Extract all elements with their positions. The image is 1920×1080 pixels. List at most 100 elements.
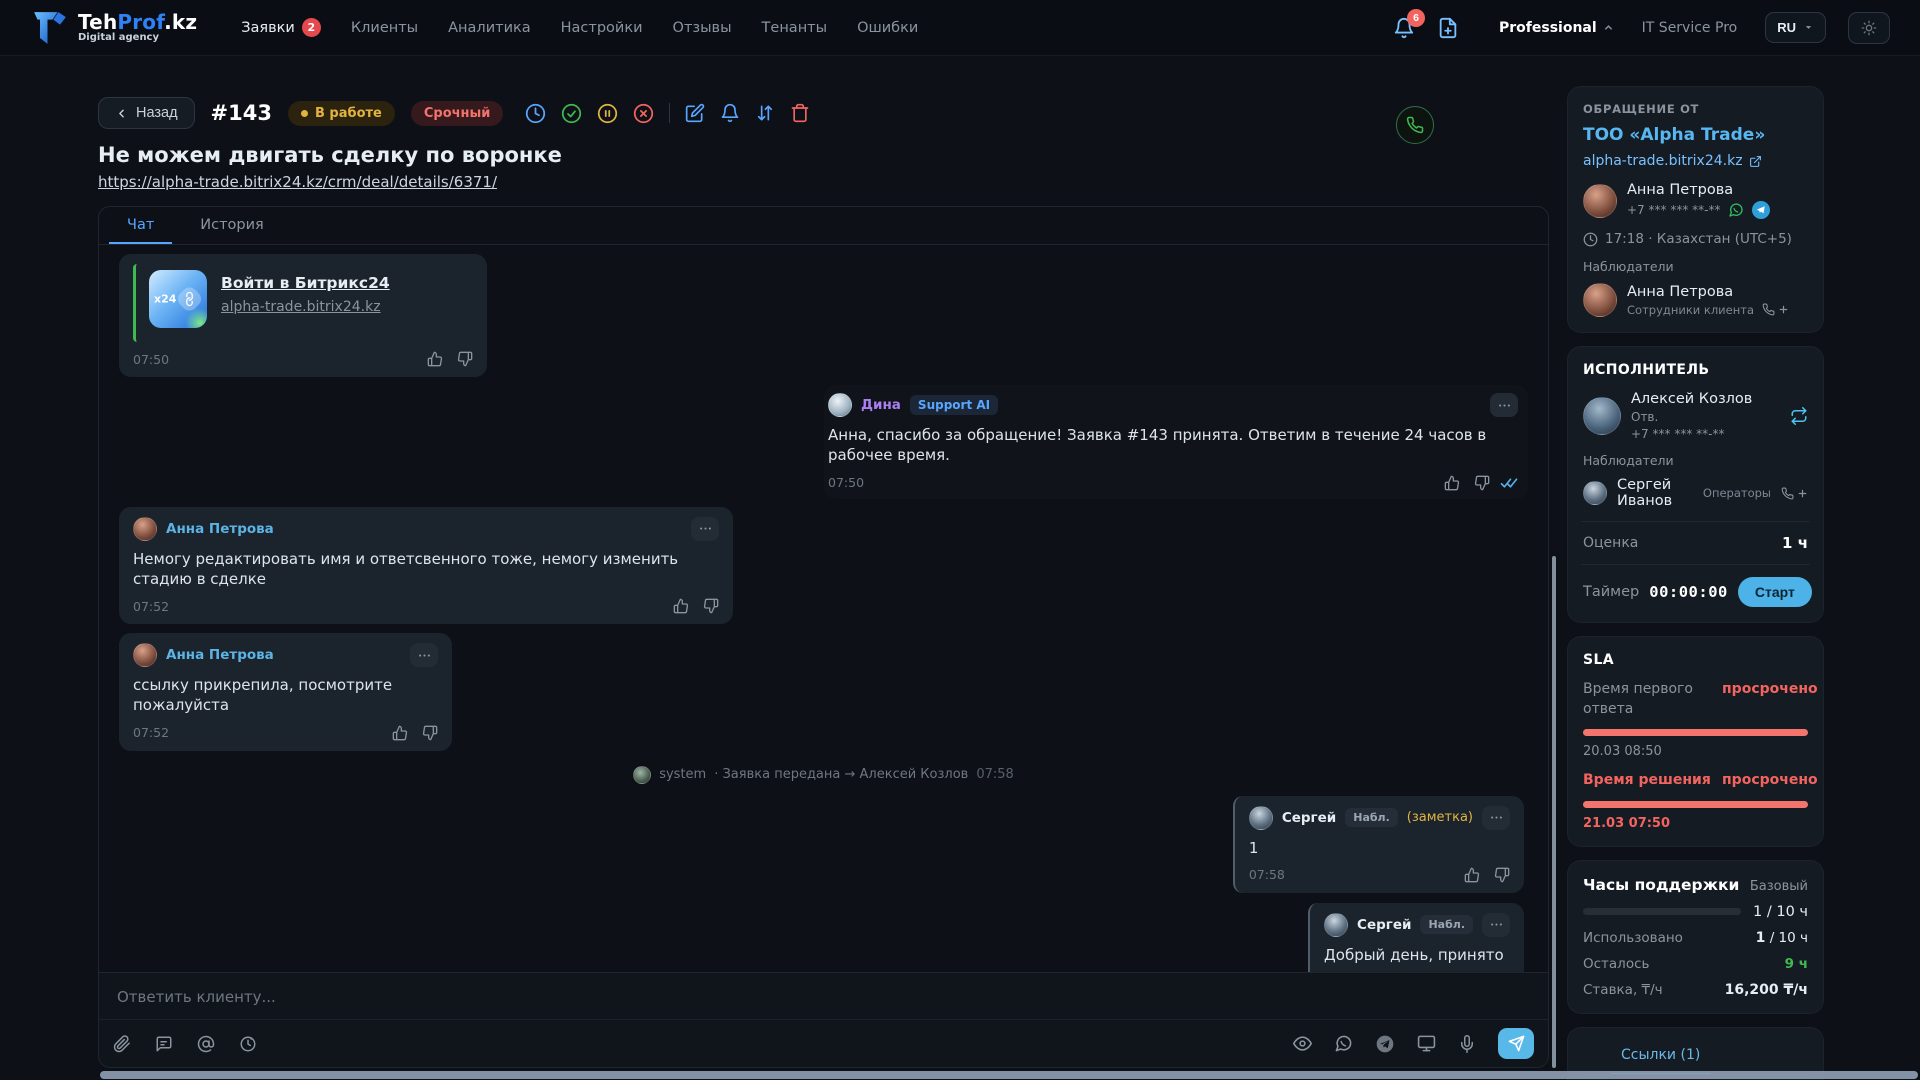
preview-button[interactable] <box>1293 1034 1312 1053</box>
logo[interactable]: TehProf.kz Digital agency <box>30 8 197 48</box>
sla-resolution-deadline: 21.03 07:50 <box>1583 816 1808 831</box>
requester-card: ОБРАЩЕНИЕ ОТ ТОО «Alpha Trade» alpha-tra… <box>1567 86 1824 333</box>
nav-item-errors[interactable]: Ошибки <box>857 20 918 36</box>
thumbs-up-icon[interactable] <box>673 598 689 614</box>
telegram-button[interactable] <box>1375 1034 1395 1054</box>
thumbs-down-icon[interactable] <box>457 351 473 367</box>
client-local-time: 17:18 · Казахстан (UTC+5) <box>1605 231 1792 247</box>
watcher-name: Анна Петрова <box>1627 284 1789 300</box>
thumbs-down-icon[interactable] <box>703 598 719 614</box>
history-button[interactable] <box>239 1035 257 1053</box>
add-watcher-button[interactable] <box>1762 303 1789 316</box>
estimate-value: 1 ч <box>1782 534 1808 552</box>
link-preview-card[interactable]: х24 Войти в Битрикс24 alpha-trade.bitrix… <box>133 264 473 342</box>
system-event: system · Заявка передана → Алексей Козло… <box>633 766 1014 784</box>
avatar <box>633 766 651 784</box>
back-button[interactable]: Назад <box>98 97 195 129</box>
add-watcher-button[interactable] <box>1781 487 1808 500</box>
support-hours-card: Часы поддержки Базовый 1 / 10 ч Использо… <box>1567 860 1824 1014</box>
nav-item-settings[interactable]: Настройки <box>561 20 643 36</box>
company-name[interactable]: ТОО «Alpha Trade» <box>1583 125 1808 145</box>
timer-value: 00:00:00 <box>1649 583 1728 601</box>
message-time: 07:58 <box>1249 867 1285 882</box>
delete-button[interactable] <box>790 103 810 123</box>
reply-input[interactable] <box>99 973 1548 1019</box>
sun-icon <box>1861 20 1877 36</box>
reassign-button[interactable] <box>1790 407 1808 425</box>
nav-item-reviews[interactable]: Отзывы <box>673 20 732 36</box>
status-dot <box>301 110 308 117</box>
language-selector[interactable]: RU <box>1765 12 1826 43</box>
theme-toggle-button[interactable] <box>1848 12 1890 44</box>
company-domain-link[interactable]: alpha-trade.bitrix24.kz <box>1583 153 1762 169</box>
thumbs-up-icon[interactable] <box>1464 867 1480 883</box>
start-timer-button[interactable]: Старт <box>1738 577 1812 607</box>
mention-button[interactable] <box>197 1035 215 1053</box>
send-button[interactable] <box>1498 1028 1534 1059</box>
sla-first-response-deadline: 20.03 08:50 <box>1583 744 1808 759</box>
thumbs-up-icon[interactable] <box>392 725 408 741</box>
assignee-phone: +7 *** *** **-** <box>1631 427 1752 441</box>
ticket-url-link[interactable]: https://alpha-trade.bitrix24.kz/crm/deal… <box>98 173 497 191</box>
message-square-icon <box>155 1035 173 1053</box>
cancel-button[interactable] <box>633 103 654 124</box>
check-circle-icon <box>561 103 582 124</box>
screen-button[interactable] <box>1417 1034 1436 1053</box>
assignee-name: Алексей Козлов <box>1631 391 1752 407</box>
edit-button[interactable] <box>685 103 705 123</box>
message-menu-button[interactable] <box>1490 393 1518 417</box>
message-time: 07:52 <box>133 599 169 614</box>
chevron-up-icon <box>1603 22 1614 33</box>
bell-icon <box>720 103 740 123</box>
message-menu-button[interactable] <box>1482 913 1510 937</box>
subscribe-button[interactable] <box>720 103 740 123</box>
message-time: 07:50 <box>828 475 864 490</box>
whatsapp-button[interactable] <box>1334 1034 1353 1053</box>
message-menu-button[interactable] <box>1482 806 1510 830</box>
nav-item-clients[interactable]: Клиенты <box>351 20 418 36</box>
attach-button[interactable] <box>113 1035 131 1053</box>
plan-dropdown[interactable]: Professional <box>1499 20 1614 36</box>
message-text: 1 <box>1249 838 1510 858</box>
ticket-title: Не можем двигать сделку по воронке <box>98 143 1549 167</box>
message-menu-button[interactable] <box>691 517 719 541</box>
new-ticket-button[interactable] <box>1437 17 1459 39</box>
link-preview-domain: alpha-trade.bitrix24.kz <box>221 299 390 315</box>
thumbs-down-icon[interactable] <box>1494 867 1510 883</box>
thumbs-down-icon[interactable] <box>1474 475 1490 491</box>
ticket-header: Назад #143 В работе Срочный <box>98 96 1549 130</box>
thumbs-down-icon[interactable] <box>422 725 438 741</box>
priority-badge[interactable]: Срочный <box>411 101 504 126</box>
nav-item-analytics[interactable]: Аналитика <box>448 20 531 36</box>
call-button[interactable] <box>1396 106 1434 144</box>
notifications-button[interactable]: 6 <box>1393 17 1415 39</box>
tab-chat[interactable]: Чат <box>109 207 172 244</box>
nav-item-tenants[interactable]: Тенанты <box>762 20 828 36</box>
link-preview-title[interactable]: Войти в Битрикс24 <box>221 274 390 292</box>
nav-item-tickets[interactable]: Заявки2 <box>241 18 321 37</box>
telegram-icon[interactable] <box>1752 201 1770 219</box>
message-text: Немогу редактировать имя и ответсвенного… <box>133 549 719 590</box>
tab-links[interactable]: Ссылки (1) <box>1611 1043 1710 1075</box>
voice-button[interactable] <box>1458 1035 1476 1053</box>
horizontal-scrollbar-thumb[interactable] <box>100 1071 1918 1079</box>
whatsapp-icon <box>1334 1034 1353 1053</box>
message-time: 07:50 <box>133 352 169 367</box>
remaining-label: Осталось <box>1583 956 1649 972</box>
thumbs-up-icon[interactable] <box>1444 475 1460 491</box>
whatsapp-icon[interactable] <box>1728 202 1744 218</box>
avatar <box>1583 397 1621 435</box>
tab-history[interactable]: История <box>182 207 282 244</box>
thumbs-up-icon[interactable] <box>427 351 443 367</box>
snooze-button[interactable] <box>525 103 546 124</box>
pause-button[interactable] <box>597 103 618 124</box>
avatar <box>133 643 157 667</box>
status-badge[interactable]: В работе <box>288 101 395 126</box>
chat-scrollbar-thumb[interactable] <box>1552 556 1556 1068</box>
message-menu-button[interactable] <box>410 643 438 667</box>
author-name: Сергей <box>1357 917 1411 933</box>
templates-button[interactable] <box>155 1035 173 1053</box>
sort-button[interactable] <box>755 103 775 123</box>
resolve-button[interactable] <box>561 103 582 124</box>
contact-phone: +7 *** *** **-** <box>1627 203 1720 217</box>
